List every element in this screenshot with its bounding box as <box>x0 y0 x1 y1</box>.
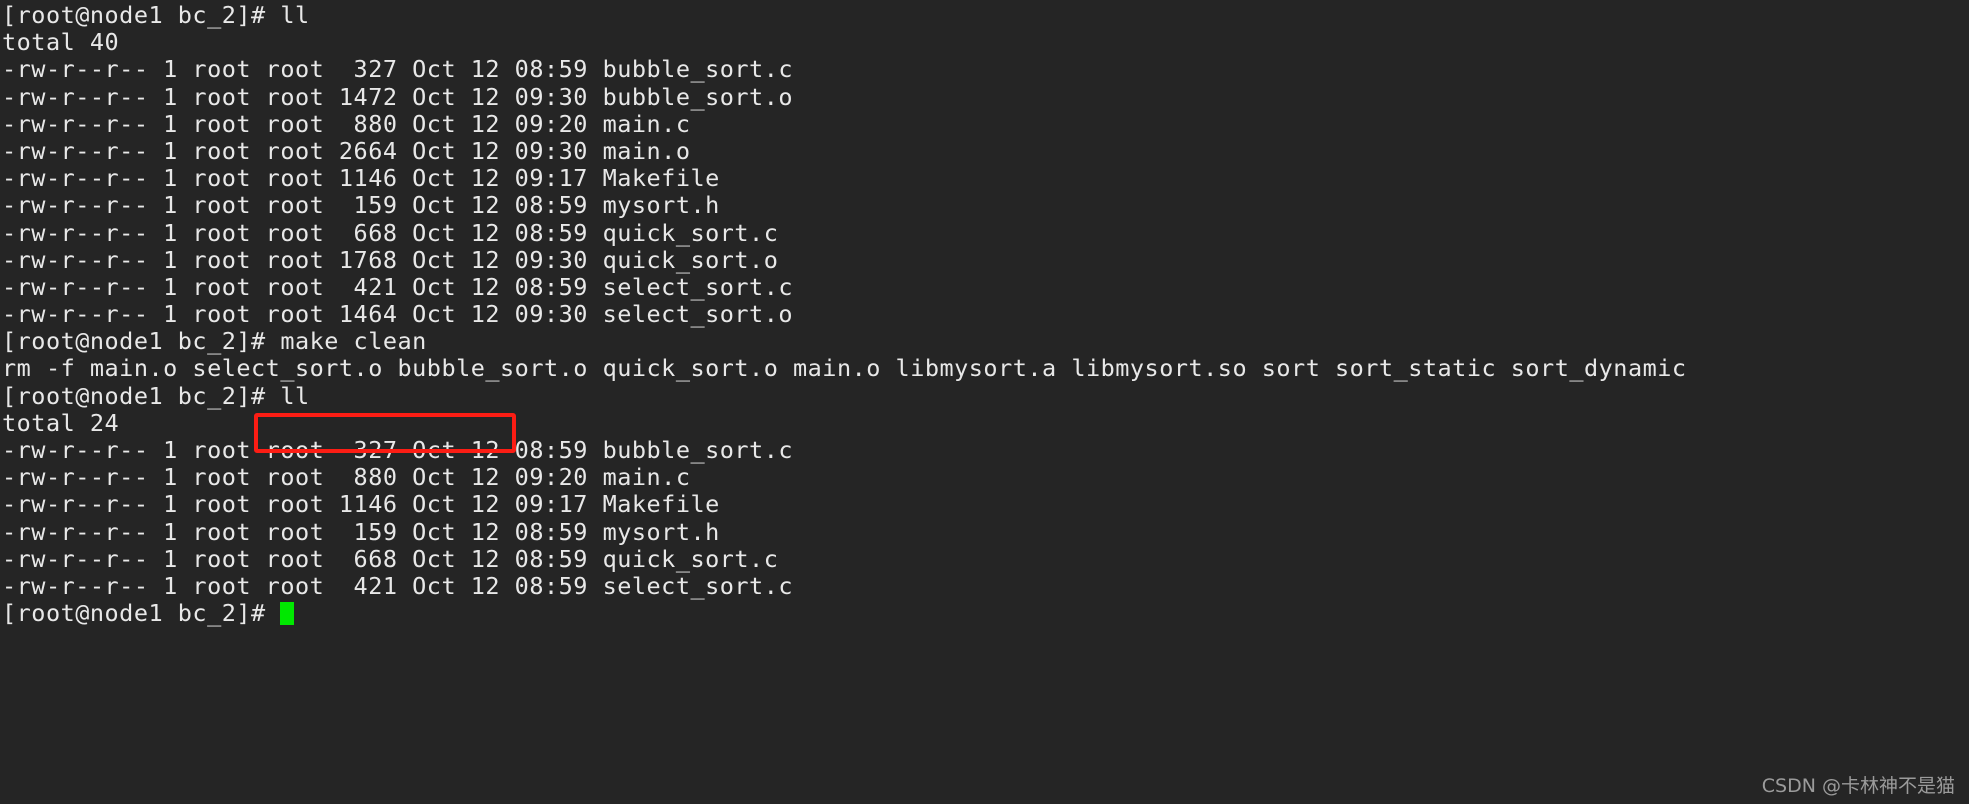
terminal-line: -rw-r--r-- 1 root root 880 Oct 12 09:20 … <box>2 463 691 492</box>
watermark-label: CSDN @卡林神不是猫 <box>1761 775 1955 797</box>
terminal-line: -rw-r--r-- 1 root root 1464 Oct 12 09:30… <box>2 300 794 329</box>
terminal-output: [root@node1 bc_2]# ll total 40 -rw-r--r-… <box>2 1 1969 627</box>
terminal-line: total 40 <box>2 28 120 57</box>
prompt-label: [root@node1 bc_2]# <box>2 599 281 628</box>
terminal-line: -rw-r--r-- 1 root root 2664 Oct 12 09:30… <box>2 136 691 165</box>
terminal-line: -rw-r--r-- 1 root root 421 Oct 12 08:59 … <box>2 272 794 301</box>
terminal-line: -rw-r--r-- 1 root root 880 Oct 12 09:20 … <box>2 109 691 138</box>
terminal-line: -rw-r--r-- 1 root root 421 Oct 12 08:59 … <box>2 571 794 600</box>
terminal-line-make-clean: [root@node1 bc_2]# make clean <box>2 327 427 356</box>
terminal-line: -rw-r--r-- 1 root root 327 Oct 12 08:59 … <box>2 55 794 84</box>
terminal-line: -rw-r--r-- 1 root root 1146 Oct 12 09:17… <box>2 490 720 519</box>
terminal-line: -rw-r--r-- 1 root root 1472 Oct 12 09:30… <box>2 82 794 111</box>
terminal-line: -rw-r--r-- 1 root root 159 Oct 12 08:59 … <box>2 517 720 546</box>
terminal-line: [root@node1 bc_2]# ll <box>2 1 310 29</box>
terminal-line: -rw-r--r-- 1 root root 327 Oct 12 08:59 … <box>2 436 794 464</box>
terminal-line: total 24 <box>2 408 120 437</box>
terminal-line: -rw-r--r-- 1 root root 668 Oct 12 08:59 … <box>2 544 779 573</box>
terminal-line: -rw-r--r-- 1 root root 159 Oct 12 08:59 … <box>2 191 720 220</box>
terminal-line: [root@node1 bc_2]# ll <box>2 381 310 410</box>
terminal-window[interactable]: [root@node1 bc_2]# ll total 40 -rw-r--r-… <box>0 0 1969 804</box>
text-cursor <box>280 602 295 626</box>
terminal-prompt-active[interactable]: [root@node1 bc_2]# <box>2 600 1969 627</box>
terminal-line: -rw-r--r-- 1 root root 1768 Oct 12 09:30… <box>2 245 779 274</box>
terminal-line: -rw-r--r-- 1 root root 1146 Oct 12 09:17… <box>2 164 720 193</box>
terminal-line-rm-output: rm -f main.o select_sort.o bubble_sort.o… <box>2 354 1687 383</box>
terminal-line: -rw-r--r-- 1 root root 668 Oct 12 08:59 … <box>2 218 779 247</box>
